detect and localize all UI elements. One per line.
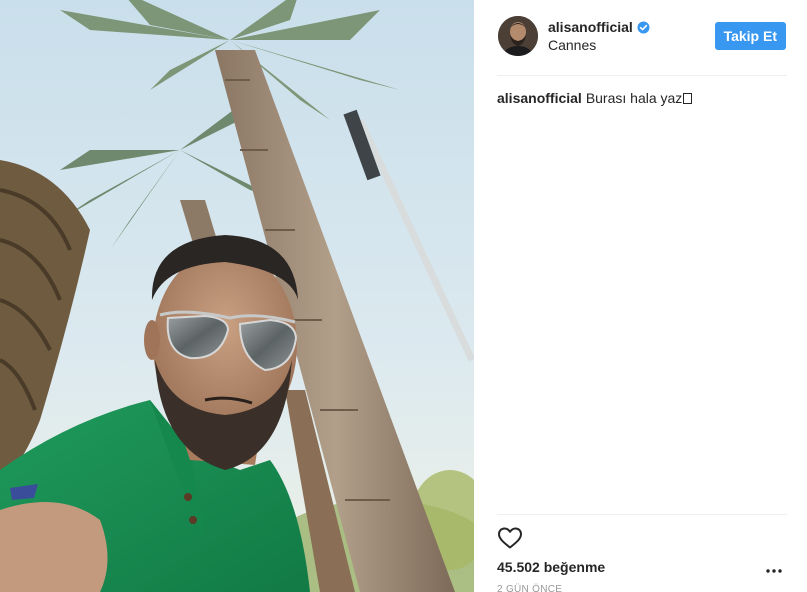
- user-info: alisanofficial Cannes: [548, 18, 650, 53]
- post-photo[interactable]: [0, 0, 474, 592]
- post-timestamp[interactable]: 2 GÜN ÖNCE: [497, 584, 562, 592]
- instagram-post: alisanofficial Cannes Takip Et alisanoff…: [0, 0, 807, 592]
- follow-button[interactable]: Takip Et: [714, 22, 786, 50]
- post-caption: alisanofficial Burası hala yaz: [497, 89, 787, 107]
- selfie-under-palm-trees-image: [0, 0, 474, 592]
- post-side-panel: alisanofficial Cannes Takip Et alisanoff…: [474, 0, 807, 592]
- likes-count[interactable]: 45.502 beğenme: [497, 559, 605, 575]
- post-footer: 45.502 beğenme 2 GÜN ÖNCE: [497, 514, 787, 592]
- verified-badge-icon: [637, 21, 650, 34]
- avatar-image: [498, 16, 538, 56]
- post-header: alisanofficial Cannes Takip Et: [497, 0, 787, 76]
- more-options-icon[interactable]: [765, 567, 783, 575]
- username-row: alisanofficial: [548, 18, 650, 36]
- missing-glyph-icon: [683, 93, 693, 104]
- avatar[interactable]: [498, 16, 538, 56]
- username-link[interactable]: alisanofficial: [548, 19, 633, 35]
- heart-outline-icon[interactable]: [497, 526, 523, 550]
- location-link[interactable]: Cannes: [548, 37, 650, 53]
- caption-text: Burası hala yaz: [585, 90, 683, 106]
- caption-username-link[interactable]: alisanofficial: [497, 90, 582, 106]
